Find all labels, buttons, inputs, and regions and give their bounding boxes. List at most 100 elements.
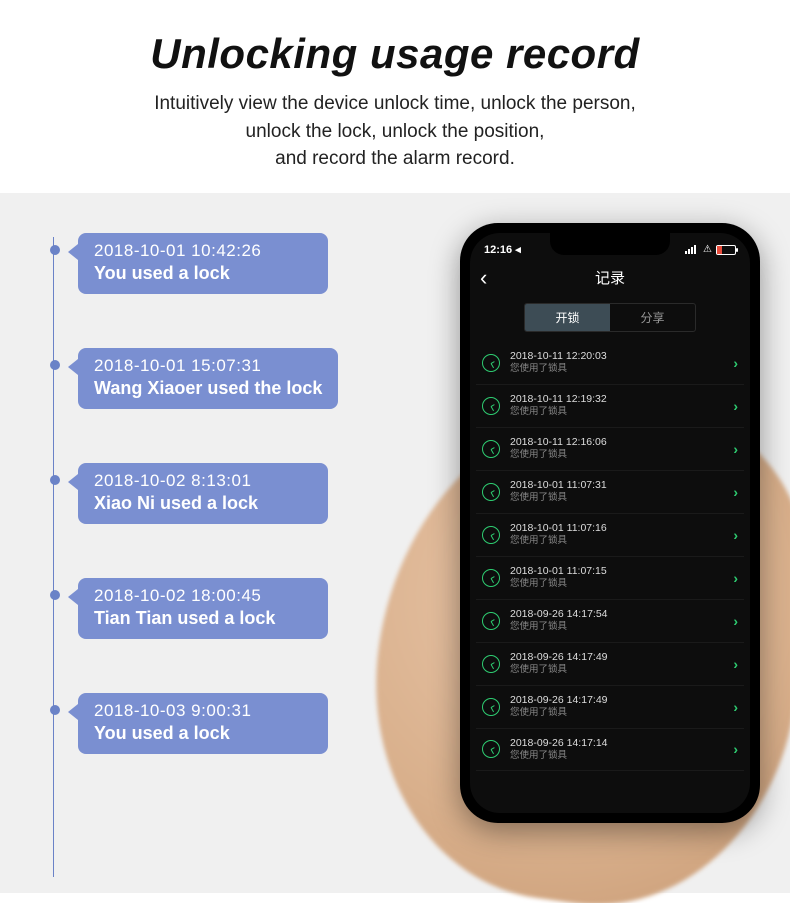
record-content: 2018-10-01 11:07:31您使用了锁具 (510, 479, 733, 505)
phone-screen: 12:16 ◂ ⚠ ‹ 记录 开锁 分享 2018-10-11 12:20:03… (470, 233, 750, 813)
timeline-dot (50, 360, 60, 370)
status-time: 12:16 ◂ (484, 243, 521, 256)
record-row[interactable]: 2018-09-26 14:17:54您使用了锁具› (476, 600, 744, 643)
clock-icon (482, 698, 500, 716)
record-row[interactable]: 2018-09-26 14:17:14您使用了锁具› (476, 729, 744, 772)
record-msg: 您使用了锁具 (510, 621, 733, 633)
record-row[interactable]: 2018-10-01 11:07:15您使用了锁具› (476, 557, 744, 600)
record-content: 2018-10-01 11:07:15您使用了锁具 (510, 565, 733, 591)
signal-icon (685, 245, 699, 254)
log-message: Xiao Ni used a lock (94, 493, 312, 514)
record-row[interactable]: 2018-10-01 11:07:31您使用了锁具› (476, 471, 744, 514)
timeline-dot (50, 475, 60, 485)
record-row[interactable]: 2018-09-26 14:17:49您使用了锁具› (476, 686, 744, 729)
chevron-right-icon: › (733, 656, 738, 672)
log-message: You used a lock (94, 723, 312, 744)
record-row[interactable]: 2018-09-26 14:17:49您使用了锁具› (476, 643, 744, 686)
subtitle: Intuitively view the device unlock time,… (40, 90, 750, 173)
log-message: You used a lock (94, 263, 312, 284)
nav-title: 记录 (595, 267, 625, 288)
log-bubble: 2018-10-01 15:07:31 Wang Xiaoer used the… (78, 348, 338, 409)
record-time: 2018-10-11 12:19:32 (510, 393, 733, 407)
chevron-right-icon: › (733, 484, 738, 500)
record-row[interactable]: 2018-10-11 12:16:06您使用了锁具› (476, 428, 744, 471)
clock-icon (482, 440, 500, 458)
back-button[interactable]: ‹ (480, 267, 487, 289)
record-content: 2018-10-11 12:19:32您使用了锁具 (510, 393, 733, 419)
record-msg: 您使用了锁具 (510, 492, 733, 504)
clock-icon (482, 655, 500, 673)
record-msg: 您使用了锁具 (510, 406, 733, 418)
record-content: 2018-09-26 14:17:14您使用了锁具 (510, 737, 733, 763)
log-message: Tian Tian used a lock (94, 608, 312, 629)
log-timestamp: 2018-10-01 15:07:31 (94, 356, 322, 376)
record-time: 2018-10-01 11:07:31 (510, 479, 733, 493)
tab-share[interactable]: 分享 (610, 304, 695, 331)
chevron-right-icon: › (733, 741, 738, 757)
record-row[interactable]: 2018-10-11 12:19:32您使用了锁具› (476, 385, 744, 428)
record-msg: 您使用了锁具 (510, 664, 733, 676)
chevron-right-icon: › (733, 613, 738, 629)
log-bubble: 2018-10-02 8:13:01 Xiao Ni used a lock (78, 463, 328, 524)
record-time: 2018-09-26 14:17:14 (510, 737, 733, 751)
log-timestamp: 2018-10-02 8:13:01 (94, 471, 312, 491)
header: Unlocking usage record Intuitively view … (0, 0, 790, 183)
record-time: 2018-10-11 12:20:03 (510, 350, 733, 364)
log-bubble: 2018-10-01 10:42:26 You used a lock (78, 233, 328, 294)
chevron-right-icon: › (733, 699, 738, 715)
record-time: 2018-09-26 14:17:49 (510, 651, 733, 665)
chevron-right-icon: › (733, 355, 738, 371)
record-time: 2018-10-01 11:07:15 (510, 565, 733, 579)
log-timestamp: 2018-10-01 10:42:26 (94, 241, 312, 261)
record-time: 2018-10-01 11:07:16 (510, 522, 733, 536)
timeline-dot (50, 245, 60, 255)
log-bubble: 2018-10-02 18:00:45 Tian Tian used a loc… (78, 578, 328, 639)
phone-mockup: 12:16 ◂ ⚠ ‹ 记录 开锁 分享 2018-10-11 12:20:03… (450, 223, 770, 863)
chevron-right-icon: › (733, 570, 738, 586)
record-content: 2018-10-11 12:16:06您使用了锁具 (510, 436, 733, 462)
record-content: 2018-10-01 11:07:16您使用了锁具 (510, 522, 733, 548)
wifi-icon: ⚠ (703, 244, 712, 255)
clock-icon (482, 612, 500, 630)
timeline-dot (50, 705, 60, 715)
record-row[interactable]: 2018-10-01 11:07:16您使用了锁具› (476, 514, 744, 557)
page-title: Unlocking usage record (40, 30, 750, 78)
log-message: Wang Xiaoer used the lock (94, 378, 322, 399)
segmented-control[interactable]: 开锁 分享 (524, 303, 696, 332)
clock-icon (482, 526, 500, 544)
record-msg: 您使用了锁具 (510, 535, 733, 547)
record-msg: 您使用了锁具 (510, 707, 733, 719)
log-timestamp: 2018-10-03 9:00:31 (94, 701, 312, 721)
clock-icon (482, 483, 500, 501)
log-timestamp: 2018-10-02 18:00:45 (94, 586, 312, 606)
record-msg: 您使用了锁具 (510, 578, 733, 590)
chevron-right-icon: › (733, 398, 738, 414)
record-time: 2018-09-26 14:17:54 (510, 608, 733, 622)
content-area: 2018-10-01 10:42:26 You used a lock 2018… (0, 193, 790, 893)
nav-bar: ‹ 记录 (470, 261, 750, 295)
record-msg: 您使用了锁具 (510, 750, 733, 762)
timeline: 2018-10-01 10:42:26 You used a lock 2018… (50, 233, 400, 808)
chevron-right-icon: › (733, 441, 738, 457)
record-time: 2018-10-11 12:16:06 (510, 436, 733, 450)
log-bubble: 2018-10-03 9:00:31 You used a lock (78, 693, 328, 754)
status-indicators: ⚠ (685, 244, 736, 255)
record-content: 2018-10-11 12:20:03您使用了锁具 (510, 350, 733, 376)
record-msg: 您使用了锁具 (510, 363, 733, 375)
timeline-dot (50, 590, 60, 600)
phone-frame: 12:16 ◂ ⚠ ‹ 记录 开锁 分享 2018-10-11 12:20:03… (460, 223, 760, 823)
record-time: 2018-09-26 14:17:49 (510, 694, 733, 708)
record-content: 2018-09-26 14:17:49您使用了锁具 (510, 694, 733, 720)
clock-icon (482, 354, 500, 372)
clock-icon (482, 569, 500, 587)
battery-icon (716, 245, 736, 255)
record-row[interactable]: 2018-10-11 12:20:03您使用了锁具› (476, 342, 744, 385)
clock-icon (482, 397, 500, 415)
record-list[interactable]: 2018-10-11 12:20:03您使用了锁具›2018-10-11 12:… (470, 342, 750, 772)
record-msg: 您使用了锁具 (510, 449, 733, 461)
record-content: 2018-09-26 14:17:54您使用了锁具 (510, 608, 733, 634)
record-content: 2018-09-26 14:17:49您使用了锁具 (510, 651, 733, 677)
chevron-right-icon: › (733, 527, 738, 543)
tab-unlock[interactable]: 开锁 (525, 304, 610, 331)
phone-notch (550, 233, 670, 255)
